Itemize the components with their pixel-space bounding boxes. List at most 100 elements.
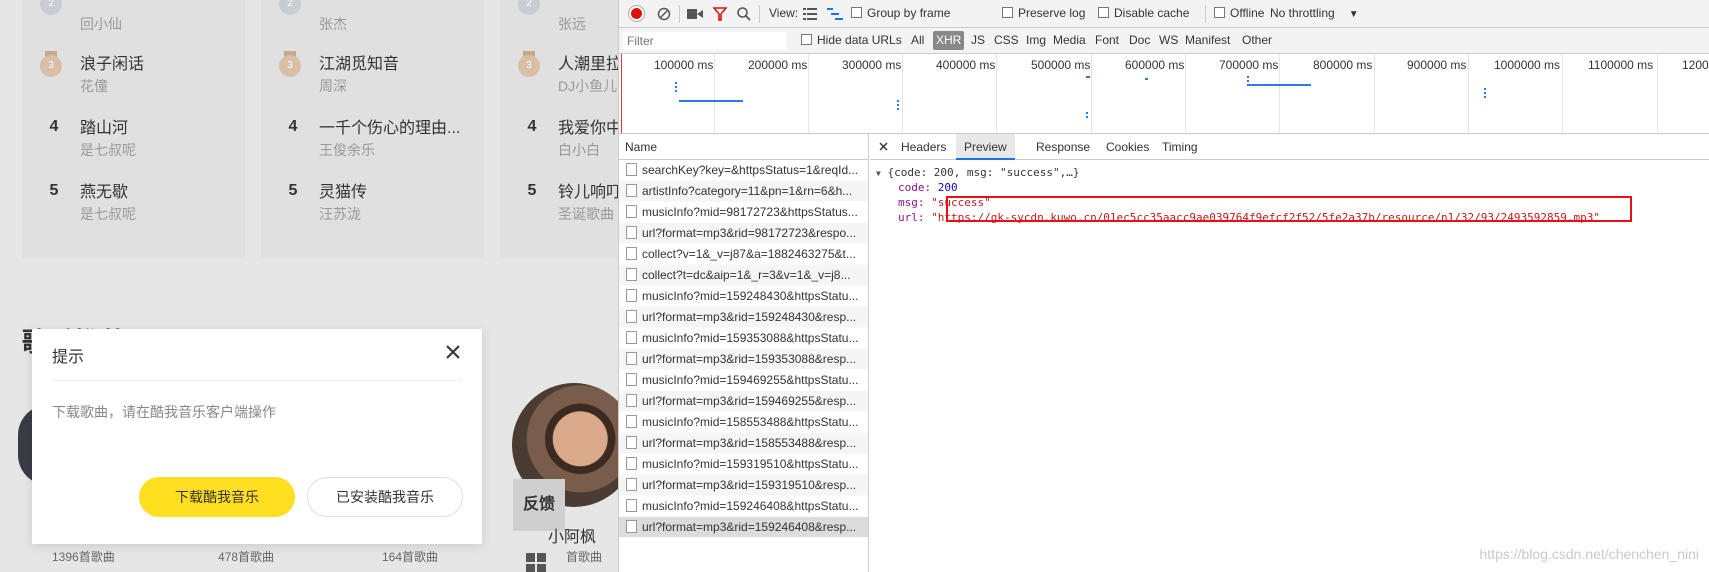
song-title[interactable]: 浪子闲话	[80, 50, 144, 74]
tab-cookies[interactable]: Cookies	[1106, 134, 1149, 160]
type-filter-all[interactable]: All	[908, 31, 927, 50]
song-artist[interactable]: 花僮	[80, 76, 108, 96]
song-title[interactable]: 燕无歇	[80, 178, 128, 202]
rank-item[interactable]: 4 我爱你中 白小白	[500, 108, 618, 168]
rank-number: 4	[49, 118, 59, 135]
request-row[interactable]: collect?t=dc&aip=1&_r=3&v=1&_v=j8...	[619, 265, 868, 286]
offline-checkbox[interactable]: Offline	[1214, 6, 1264, 20]
bronze-medal-icon: 3	[279, 51, 301, 77]
request-row[interactable]: musicInfo?mid=159469255&httpsStatu...	[619, 370, 868, 391]
song-title[interactable]: 江湖觅知音	[319, 50, 399, 74]
rank-item[interactable]: 2 回小仙	[22, 0, 245, 42]
request-row[interactable]: collect?v=1&_v=j87&a=1882463275&t...	[619, 244, 868, 265]
rank-item[interactable]: 5 铃儿响叮 圣诞歌曲	[500, 172, 618, 232]
type-filter-other[interactable]: Other	[1239, 31, 1275, 50]
song-title[interactable]: 灵猫传	[319, 178, 367, 202]
request-row[interactable]: url?format=mp3&rid=98172723&respo...	[619, 223, 868, 244]
request-row[interactable]: url?format=mp3&rid=159248430&resp...	[619, 307, 868, 328]
request-row[interactable]: musicInfo?mid=98172723&httpsStatus...	[619, 202, 868, 223]
name-column-header[interactable]: Name	[619, 134, 868, 160]
song-artist[interactable]: 回小仙	[80, 14, 122, 34]
filter-bar: Hide data URLs All XHR JS CSS Img Media …	[619, 28, 1709, 54]
type-filter-font[interactable]: Font	[1092, 31, 1122, 50]
filter-input[interactable]	[623, 32, 786, 50]
tab-timing[interactable]: Timing	[1162, 134, 1198, 160]
song-artist[interactable]: 是七叔呢	[80, 204, 136, 224]
type-filter-img[interactable]: Img	[1023, 31, 1049, 50]
song-artist[interactable]: 王俊余乐	[319, 140, 375, 160]
already-installed-button[interactable]: 已安装酷我音乐	[307, 477, 463, 517]
song-artist[interactable]: 周深	[319, 76, 347, 96]
rank-item[interactable]: 5 燕无歇 是七叔呢	[22, 172, 245, 232]
type-filter-ws[interactable]: WS	[1156, 31, 1181, 50]
throttling-select[interactable]: No throttling ▼	[1270, 6, 1359, 20]
request-row[interactable]: artistInfo?category=11&pn=1&rn=6&h...	[619, 181, 868, 202]
request-row[interactable]: musicInfo?mid=159353088&httpsStatu...	[619, 328, 868, 349]
hide-data-urls-checkbox[interactable]: Hide data URLs	[801, 33, 902, 47]
song-title[interactable]: 踏山河	[80, 114, 128, 138]
type-filter-manifest[interactable]: Manifest	[1182, 31, 1233, 50]
request-row[interactable]: musicInfo?mid=158553488&httpsStatu...	[619, 412, 868, 433]
request-row[interactable]: url?format=mp3&rid=159469255&resp...	[619, 391, 868, 412]
clear-icon[interactable]	[657, 7, 671, 21]
request-row[interactable]: musicInfo?mid=159246408&httpsStatu...	[619, 496, 868, 517]
filter-icon[interactable]	[713, 7, 727, 21]
type-filter-js[interactable]: JS	[968, 31, 988, 50]
song-artist[interactable]: DJ小鱼儿	[558, 76, 617, 96]
tab-headers[interactable]: Headers	[901, 134, 946, 160]
request-row[interactable]: musicInfo?mid=159319510&httpsStatu...	[619, 454, 868, 475]
watermark: https://blog.csdn.net/chenchen_nini	[1479, 546, 1700, 562]
tab-response[interactable]: Response	[1036, 134, 1090, 160]
type-filter-xhr[interactable]: XHR	[933, 31, 965, 50]
rank-item[interactable]: 4 踏山河 是七叔呢	[22, 108, 245, 168]
rank-item[interactable]: 3 浪子闲话 花僮	[22, 44, 245, 104]
file-icon	[626, 226, 637, 239]
song-artist[interactable]: 圣诞歌曲	[558, 204, 614, 224]
search-icon[interactable]	[737, 7, 751, 21]
type-filter-media[interactable]: Media	[1050, 31, 1089, 50]
rank-number: 4	[288, 118, 298, 135]
song-title[interactable]: 人潮里拉	[558, 50, 618, 74]
artist-name[interactable]: 小阿枫	[548, 523, 596, 547]
record-icon[interactable]	[629, 6, 644, 21]
list-view-icon[interactable]	[803, 8, 817, 20]
request-row[interactable]: musicInfo?mid=159248430&httpsStatu...	[619, 286, 868, 307]
request-row-selected[interactable]: url?format=mp3&rid=159246408&resp...	[619, 517, 868, 538]
song-artist[interactable]: 是七叔呢	[80, 140, 136, 160]
type-filter-css[interactable]: CSS	[991, 31, 1022, 50]
video-camera-icon[interactable]	[687, 8, 703, 20]
song-artist[interactable]: 白小白	[558, 140, 600, 160]
song-title[interactable]: 我爱你中	[558, 114, 618, 138]
rank-item[interactable]: 3 人潮里拉 DJ小鱼儿	[500, 44, 618, 104]
json-root[interactable]: ▼ {code: 200, msg: "success",…}	[876, 166, 1080, 179]
rank-item[interactable]: 4 一千个伤心的理由... 王俊余乐	[261, 108, 484, 168]
preserve-log-checkbox[interactable]: Preserve log	[1002, 6, 1085, 20]
waterfall-view-icon[interactable]	[827, 8, 843, 20]
group-by-frame-checkbox[interactable]: Group by frame	[851, 6, 950, 20]
rank-item[interactable]: 3 江湖觅知音 周深	[261, 44, 484, 104]
network-timeline[interactable]: 100000 ms 200000 ms 300000 ms 400000 ms …	[619, 54, 1709, 134]
request-row[interactable]: url?format=mp3&rid=158553488&resp...	[619, 433, 868, 454]
request-row[interactable]: url?format=mp3&rid=159353088&resp...	[619, 349, 868, 370]
close-icon[interactable]	[444, 343, 462, 361]
tab-preview[interactable]: Preview	[956, 134, 1015, 160]
request-row[interactable]: url?format=mp3&rid=159319510&resp...	[619, 475, 868, 496]
download-app-button[interactable]: 下载酷我音乐	[139, 477, 295, 517]
song-artist[interactable]: 张杰	[319, 14, 347, 34]
request-row[interactable]: searchKey?key=&httpsStatus=1&reqId...	[619, 160, 868, 181]
song-title[interactable]: 铃儿响叮	[558, 178, 618, 202]
disable-cache-checkbox[interactable]: Disable cache	[1098, 6, 1189, 20]
song-artist[interactable]: 汪苏泷	[319, 204, 361, 224]
rank-item[interactable]: 2 张远	[500, 0, 618, 42]
windows-icon[interactable]	[525, 552, 547, 572]
timeline-marker	[621, 54, 622, 133]
type-filter-doc[interactable]: Doc	[1126, 31, 1153, 50]
close-icon[interactable]	[879, 142, 888, 151]
song-artist[interactable]: 张远	[558, 14, 586, 34]
rank-item[interactable]: 2 张杰	[261, 0, 484, 42]
rank-item[interactable]: 5 灵猫传 汪苏泷	[261, 172, 484, 232]
timeline-label: 100000 ms	[654, 58, 714, 72]
song-title[interactable]: 一千个伤心的理由...	[319, 114, 460, 138]
rank-number: 5	[288, 182, 298, 199]
file-icon	[626, 163, 637, 176]
